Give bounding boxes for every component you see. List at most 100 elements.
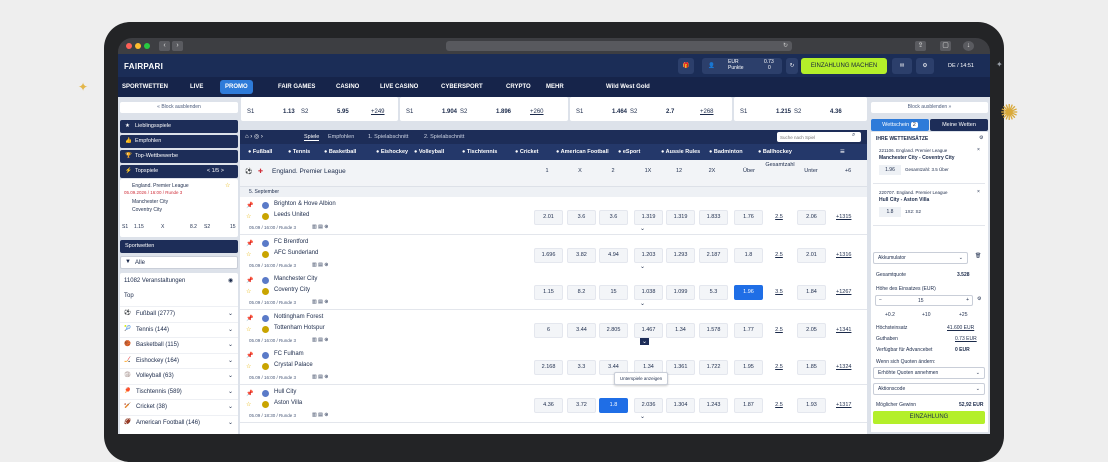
top-competitions-toggle[interactable]: 🏆 Top-Wettbewerbe xyxy=(120,150,238,163)
featured-match-card[interactable]: S1 1.215 S2 4.36 xyxy=(734,97,867,121)
tab-betslip[interactable]: Wettschein 2 xyxy=(871,119,929,131)
odd-value[interactable]: 8.2 xyxy=(190,224,197,230)
gear-icon[interactable]: ⚙ xyxy=(916,58,934,74)
odds-change-select[interactable]: Erhöhte Quoten annehmen ⌄ xyxy=(873,367,985,379)
refresh-icon[interactable]: ↻ xyxy=(786,58,798,74)
odd-button[interactable]: 4.94 xyxy=(599,247,628,263)
tabs-icon[interactable]: ▢ xyxy=(940,41,951,51)
odd-button[interactable]: 1.833 xyxy=(699,210,728,225)
odd-value[interactable]: 1.13 xyxy=(283,109,295,115)
sport-tab-2[interactable]: ● Basketball xyxy=(324,144,356,160)
sport-tab-11[interactable]: ● Ballhockey xyxy=(758,144,792,160)
home-icon[interactable]: ⌂ › ◎ › xyxy=(245,133,263,140)
team-away[interactable]: AFC Sunderland xyxy=(274,250,318,256)
tab-recommended[interactable]: Empfohlen xyxy=(328,134,354,140)
sport-tab-3[interactable]: ● Eishockey xyxy=(376,144,408,160)
more-markets-link[interactable]: +1317 xyxy=(836,402,851,408)
stats-icon[interactable]: ▥ ▤ ⊕ xyxy=(312,374,328,380)
nav-casino[interactable]: CASINO xyxy=(336,77,359,97)
nav-crypto[interactable]: CRYPTO xyxy=(506,77,531,97)
messages-icon[interactable]: ✉ xyxy=(892,58,912,74)
team-home[interactable]: FC Brentford xyxy=(274,239,308,245)
odd-button[interactable]: 1.243 xyxy=(699,397,728,413)
stats-icon[interactable]: ▥ ▤ ⊕ xyxy=(312,262,328,268)
nav-live[interactable]: LIVE xyxy=(190,77,203,97)
featured-match-card[interactable]: S1 1.464 S2 2.7 +268 xyxy=(570,97,732,121)
odd-button[interactable]: 1.467 xyxy=(634,322,663,338)
star-outline-icon[interactable]: ☆ xyxy=(225,182,230,189)
more-markets-link[interactable]: +268 xyxy=(700,109,714,115)
sport-tab-9[interactable]: ● Aussie Rules xyxy=(661,144,700,160)
submit-button[interactable]: EINZAHLUNG xyxy=(873,411,985,424)
odd-button[interactable]: 5.3 xyxy=(699,285,728,300)
more-markets-link[interactable]: +1316 xyxy=(836,252,851,258)
maximize-dot[interactable] xyxy=(144,43,150,49)
odd-button[interactable]: 1.96 xyxy=(734,285,763,300)
nav-sportwetten[interactable]: SPORTWETTEN xyxy=(122,77,168,97)
star-outline-icon[interactable]: ☆ xyxy=(246,326,251,333)
odd-button[interactable]: 2.01 xyxy=(534,210,563,225)
sport-list-item[interactable]: 🎾 Tennis (144) ⌄ xyxy=(120,321,238,336)
credit-value[interactable]: 0.73 EUR xyxy=(955,336,977,342)
star-outline-icon[interactable]: ☆ xyxy=(246,288,251,295)
language-time[interactable]: DE / 14:51 xyxy=(936,58,986,74)
back-icon[interactable]: ‹ xyxy=(159,41,170,51)
team-away[interactable]: Tottenham Hotspur xyxy=(274,325,325,331)
star-outline-icon[interactable]: ☆ xyxy=(246,401,251,408)
odd-button[interactable]: 2.036 xyxy=(634,397,663,413)
deposit-button[interactable]: EINZAHLUNG MACHEN xyxy=(801,58,887,74)
odd-button[interactable]: 2.168 xyxy=(534,360,563,375)
odd-button[interactable]: 1.361 xyxy=(666,360,695,375)
team-home[interactable]: Brighton & Hove Albion xyxy=(274,201,336,207)
odd-button[interactable]: 1.722 xyxy=(699,360,728,375)
team-home[interactable]: Manchester City xyxy=(274,276,317,282)
team-away[interactable]: Crystal Palace xyxy=(274,362,313,368)
forward-icon[interactable]: › xyxy=(172,41,183,51)
tab-second-period[interactable]: 2. Spielabschnitt xyxy=(424,134,464,140)
expand-chevron-icon[interactable]: ⌄ xyxy=(640,263,645,270)
nav-promo[interactable]: PROMO xyxy=(220,80,253,94)
sport-tab-5[interactable]: ● Tischtennis xyxy=(462,144,497,160)
hide-block-button[interactable]: « Block ausblenden xyxy=(120,102,238,113)
quick-stake-button[interactable]: +25 xyxy=(959,312,967,318)
close-icon[interactable]: × xyxy=(977,189,980,195)
odd-button[interactable]: 1.304 xyxy=(666,397,695,413)
odd-value[interactable]: 5.95 xyxy=(337,109,349,115)
favorites-toggle[interactable]: ★ Lieblingsspiele xyxy=(120,120,238,133)
odd-value[interactable]: 1.464 xyxy=(612,109,627,115)
sport-list-item[interactable]: 🏀 Basketball (115) ⌄ xyxy=(120,337,238,351)
sport-tab-6[interactable]: ● Cricket xyxy=(515,144,539,160)
league-name[interactable]: England. Premier League xyxy=(272,168,346,175)
odd-button[interactable]: 1.95 xyxy=(734,360,763,375)
sport-list-item[interactable]: 🏈 American Football (146) ⌄ xyxy=(120,414,238,429)
search-icon[interactable]: ⌕ xyxy=(852,132,855,139)
odd-button[interactable]: 1.319 xyxy=(666,210,695,225)
promo-code-toggle[interactable]: Aktionscode ⌄ xyxy=(873,383,985,395)
sport-tab-7[interactable]: ● American Football xyxy=(556,144,609,160)
odd-button[interactable]: 1.8 xyxy=(599,397,628,413)
more-markets-link[interactable]: +260 xyxy=(530,109,544,115)
minus-icon[interactable]: − xyxy=(879,297,882,303)
sport-list-item[interactable]: 🏓 Tischtennis (589) ⌄ xyxy=(120,383,238,398)
close-dot[interactable] xyxy=(126,43,132,49)
odd-button[interactable]: 3.6 xyxy=(567,210,596,225)
plus-icon[interactable]: + xyxy=(966,297,969,303)
odd-value[interactable]: 4.36 xyxy=(830,109,842,115)
nav-more[interactable]: MEHR xyxy=(546,77,564,97)
nav-fair-games[interactable]: FAIR GAMES xyxy=(278,77,315,97)
team-home[interactable]: FC Fulham xyxy=(274,351,304,357)
stats-icon[interactable]: ▥ ▤ ⊕ xyxy=(312,224,328,230)
odd-button[interactable]: 2.805 xyxy=(599,322,628,338)
odd-button[interactable]: 1.293 xyxy=(666,247,695,263)
sport-list-item[interactable]: 🏐 Volleyball (63) ⌄ xyxy=(120,368,238,382)
sport-list-item[interactable]: 🏏 Cricket (38) ⌄ xyxy=(120,399,238,413)
odd-button[interactable]: 3.44 xyxy=(567,322,596,338)
odd-button[interactable]: 2.01 xyxy=(797,247,826,263)
odd-button[interactable]: 3.6 xyxy=(599,210,628,225)
gear-icon[interactable]: ⚙ xyxy=(979,135,983,141)
tab-first-period[interactable]: 1. Spielabschnitt xyxy=(368,134,408,140)
nav-live-casino[interactable]: LIVE CASINO xyxy=(380,77,418,97)
sport-tab-1[interactable]: ● Tennis xyxy=(288,144,310,160)
odd-button[interactable]: 3.3 xyxy=(567,360,596,375)
trash-icon[interactable]: 🗑 xyxy=(975,253,981,259)
